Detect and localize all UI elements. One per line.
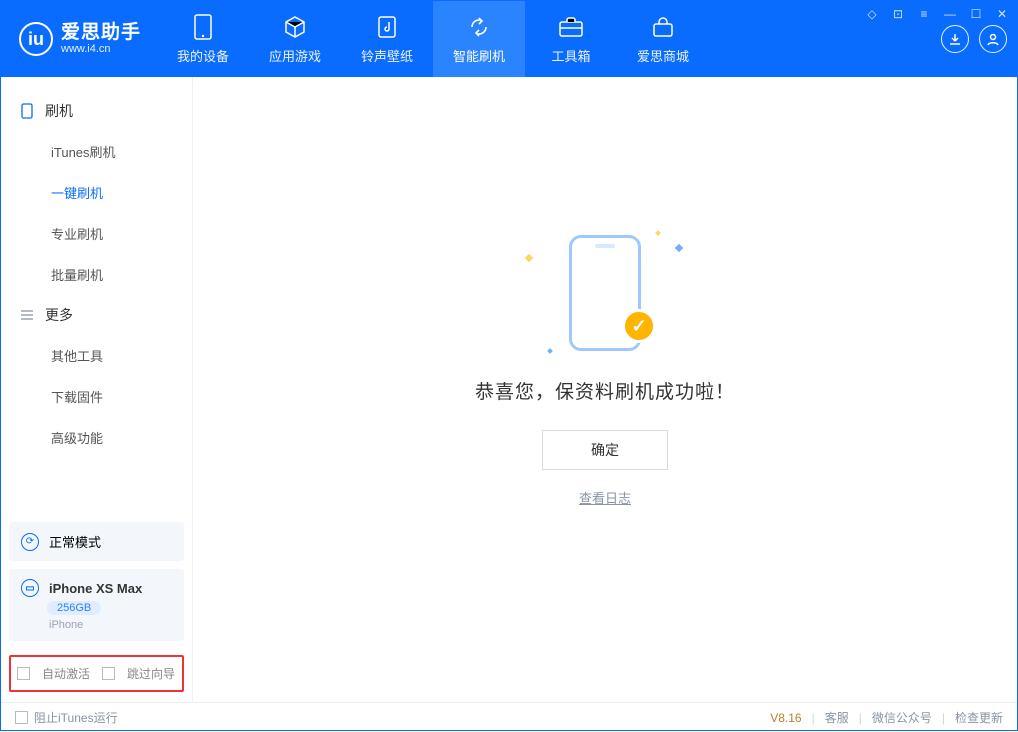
app-url: www.i4.cn <box>61 43 141 55</box>
sidebar-item-oneclick-flash[interactable]: 一键刷机 <box>1 172 192 213</box>
tab-my-device[interactable]: 我的设备 <box>157 1 249 77</box>
auto-activate-label: 自动激活 <box>42 665 90 682</box>
ok-button[interactable]: 确定 <box>542 430 668 470</box>
nav-tabs: 我的设备 应用游戏 铃声壁纸 智能刷机 工具箱 爱思商城 <box>157 1 709 77</box>
sidebar-group-flash: 刷机 <box>1 91 192 131</box>
download-button[interactable] <box>941 25 969 53</box>
tab-label: 工具箱 <box>552 46 591 65</box>
device-type: iPhone <box>49 619 83 631</box>
mode-card[interactable]: ⟳ 正常模式 <box>9 522 184 561</box>
app-name: 爱思助手 <box>61 23 141 44</box>
footer-link-update[interactable]: 检查更新 <box>955 709 1003 726</box>
checkbox-skip-guide[interactable] <box>102 667 115 680</box>
sidebar-item-pro-flash[interactable]: 专业刷机 <box>1 213 192 254</box>
group-title: 更多 <box>45 305 73 325</box>
feedback-icon[interactable]: ⊡ <box>890 6 906 22</box>
tab-label: 爱思商城 <box>637 46 689 65</box>
tshirt-icon[interactable]: ◇ <box>864 6 880 22</box>
sync-icon: ⟳ <box>21 533 39 551</box>
sparkle-icon <box>655 230 661 236</box>
success-message: 恭喜您，保资料刷机成功啦！ <box>475 377 735 404</box>
tab-store[interactable]: 爱思商城 <box>617 1 709 77</box>
skip-guide-label: 跳过向导 <box>127 665 175 682</box>
device-small-icon: ▭ <box>21 579 39 597</box>
tab-label: 智能刷机 <box>453 46 505 65</box>
app-logo: iu 爱思助手 www.i4.cn <box>1 1 157 77</box>
footer-link-support[interactable]: 客服 <box>825 709 849 726</box>
status-bar: 阻止iTunes运行 V8.16 | 客服 | 微信公众号 | 检查更新 <box>1 702 1017 732</box>
highlighted-options: 自动激活 跳过向导 <box>9 655 184 692</box>
view-log-link[interactable]: 查看日志 <box>579 488 631 507</box>
maximize-icon[interactable]: ☐ <box>968 6 984 22</box>
group-title: 刷机 <box>45 101 73 121</box>
refresh-icon <box>466 14 492 40</box>
sidebar-item-other-tools[interactable]: 其他工具 <box>1 335 192 376</box>
sidebar-item-itunes-flash[interactable]: iTunes刷机 <box>1 131 192 172</box>
window-controls: ◇ ⊡ ≡ — ☐ ✕ <box>864 6 1010 22</box>
tab-label: 我的设备 <box>177 46 229 65</box>
device-icon <box>190 14 216 40</box>
mode-label: 正常模式 <box>49 532 101 551</box>
music-icon <box>374 14 400 40</box>
minimize-icon[interactable]: — <box>942 6 958 22</box>
sidebar-item-batch-flash[interactable]: 批量刷机 <box>1 254 192 295</box>
version-label: V8.16 <box>770 711 801 725</box>
tab-apps-games[interactable]: 应用游戏 <box>249 1 341 77</box>
sparkle-icon <box>675 244 683 252</box>
success-illustration: ✓ <box>520 227 690 357</box>
sidebar: 刷机 iTunes刷机 一键刷机 专业刷机 批量刷机 更多 其他工具 下载固件 … <box>1 77 193 702</box>
block-itunes-label: 阻止iTunes运行 <box>34 709 118 726</box>
checkbox-auto-activate[interactable] <box>17 667 30 680</box>
list-icon <box>19 307 35 323</box>
sidebar-item-download-firmware[interactable]: 下载固件 <box>1 376 192 417</box>
menu-icon[interactable]: ≡ <box>916 6 932 22</box>
tab-smart-flash[interactable]: 智能刷机 <box>433 1 525 77</box>
account-button[interactable] <box>979 25 1007 53</box>
header: iu 爱思助手 www.i4.cn 我的设备 应用游戏 铃声壁纸 智能刷机 工具… <box>1 1 1017 77</box>
tab-ringtone-wallpaper[interactable]: 铃声壁纸 <box>341 1 433 77</box>
phone-icon <box>19 103 35 119</box>
cube-icon <box>282 14 308 40</box>
main-content: ✓ 恭喜您，保资料刷机成功啦！ 确定 查看日志 <box>193 77 1017 702</box>
device-name: iPhone XS Max <box>49 581 142 596</box>
close-icon[interactable]: ✕ <box>994 6 1010 22</box>
device-storage: 256GB <box>47 601 101 615</box>
tab-label: 铃声壁纸 <box>361 46 413 65</box>
sparkle-icon <box>525 254 533 262</box>
toolbox-icon <box>558 14 584 40</box>
shop-icon <box>650 14 676 40</box>
sidebar-item-advanced[interactable]: 高级功能 <box>1 417 192 458</box>
sidebar-group-more: 更多 <box>1 295 192 335</box>
sparkle-icon <box>547 348 553 354</box>
footer-link-wechat[interactable]: 微信公众号 <box>872 709 932 726</box>
check-badge-icon: ✓ <box>622 309 656 343</box>
checkbox-block-itunes[interactable] <box>15 711 28 724</box>
device-card[interactable]: ▭ iPhone XS Max 256GB iPhone <box>9 569 184 641</box>
tab-label: 应用游戏 <box>269 46 321 65</box>
logo-icon: iu <box>19 22 53 56</box>
tab-toolbox[interactable]: 工具箱 <box>525 1 617 77</box>
